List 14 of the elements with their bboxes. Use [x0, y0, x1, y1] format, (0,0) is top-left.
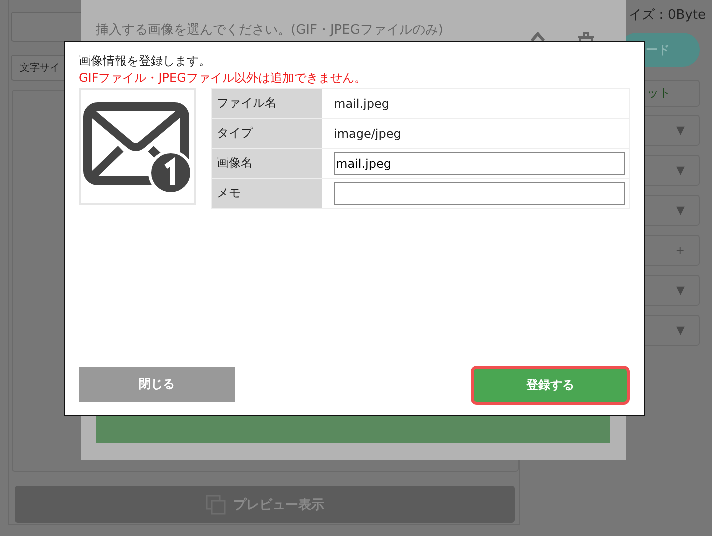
close-button[interactable]: 閉じる: [79, 367, 235, 402]
field-value: mail.jpeg: [333, 96, 390, 112]
field-label: ファイル名: [212, 89, 322, 118]
input-field[interactable]: mail.jpeg: [334, 152, 625, 175]
instruction-text: 挿入する画像を選んでください。(GIF・JPEGファイルのみ): [96, 22, 444, 39]
trash-icon[interactable]: [578, 32, 594, 41]
field-label: タイプ: [212, 119, 322, 148]
register-button[interactable]: 登録する: [471, 366, 630, 405]
input-field[interactable]: [334, 182, 625, 205]
field-label: 画像名: [212, 149, 322, 178]
field-value: image/jpeg: [333, 126, 402, 142]
field-label: メモ: [212, 179, 322, 208]
file-size-text: イズ：0Byte: [629, 7, 706, 24]
mail-badge-icon: [82, 100, 192, 192]
